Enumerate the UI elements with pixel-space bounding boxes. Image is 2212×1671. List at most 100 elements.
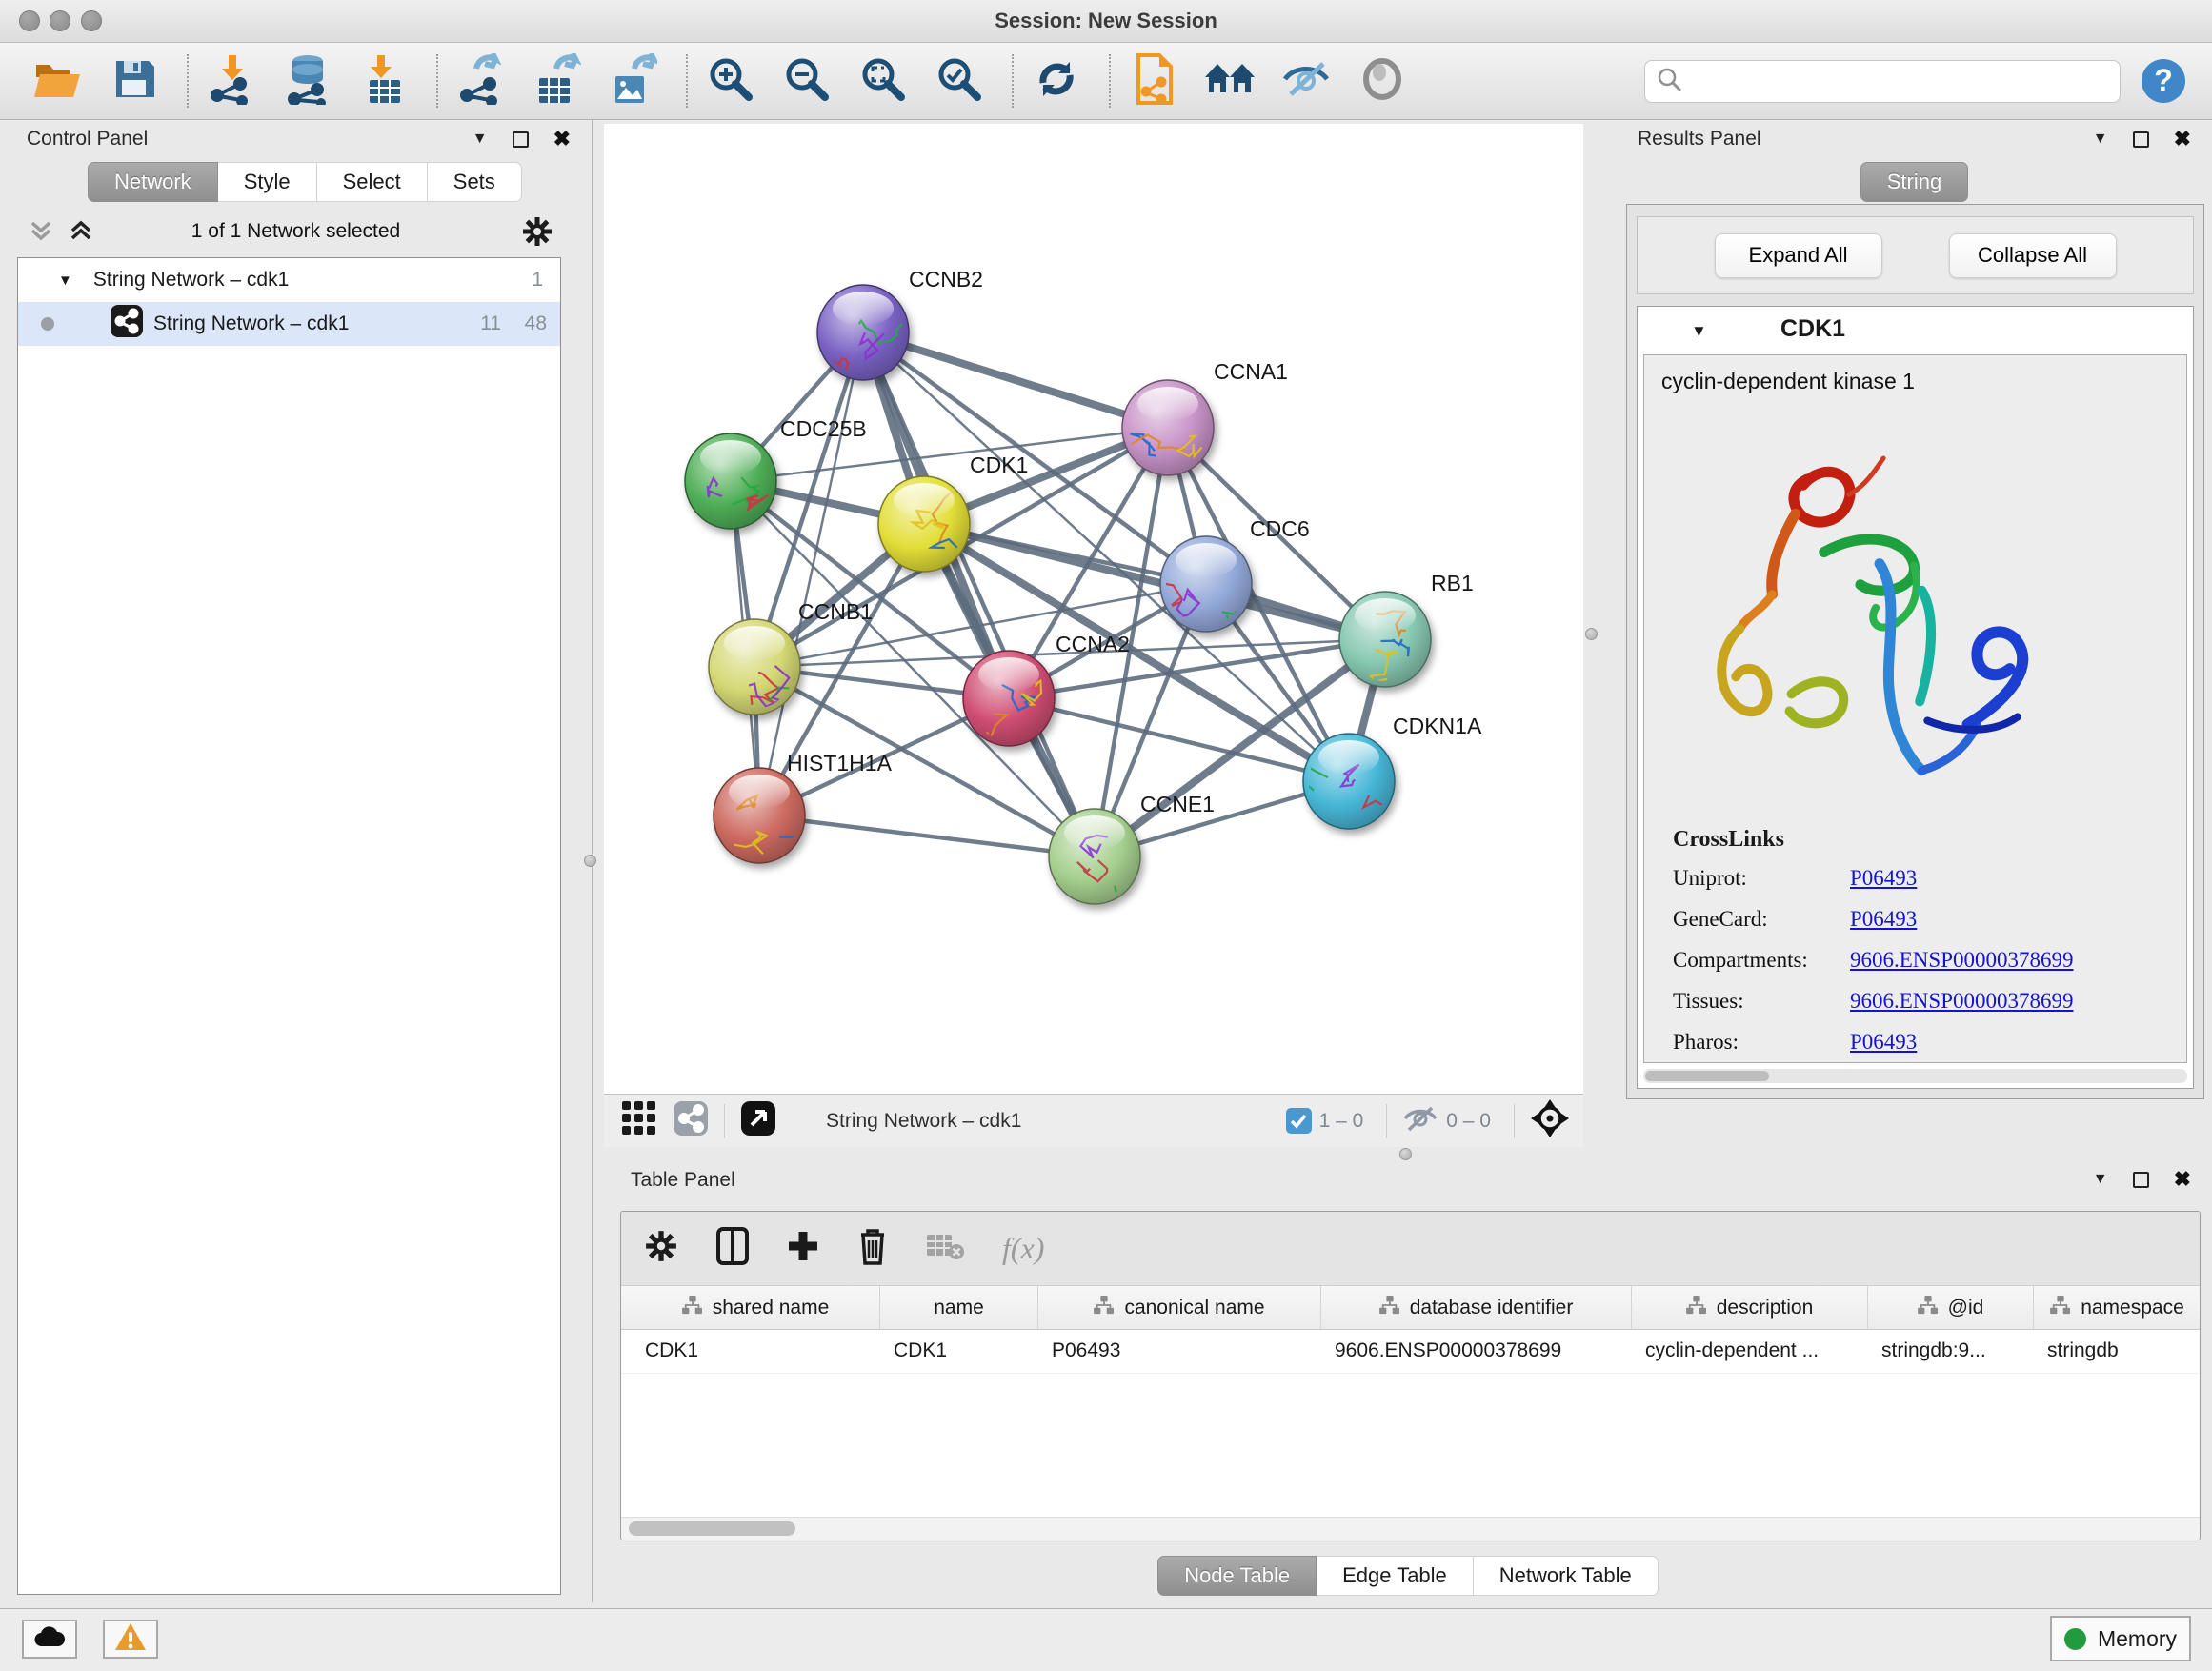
add-column-icon[interactable] <box>787 1230 819 1267</box>
entry-collapse-icon[interactable]: ▼ <box>1691 322 1707 341</box>
expand-all-button[interactable]: Expand All <box>1715 233 1882 278</box>
control-panel-float-icon[interactable] <box>513 131 529 148</box>
network-node-CCNE1[interactable] <box>1049 809 1140 928</box>
table-cell[interactable]: 9606.ENSP00000378699 <box>1321 1330 1632 1373</box>
network-node-CCNA2[interactable] <box>963 651 1055 746</box>
import-network-from-database-button[interactable] <box>282 53 333 109</box>
table-cell[interactable]: cyclin-dependent ... <box>1632 1330 1868 1373</box>
entry-horizontal-scrollbar[interactable] <box>1643 1069 2187 1083</box>
table-panel-close-icon[interactable]: ✖ <box>2174 1169 2191 1190</box>
table-cell[interactable]: CDK1 <box>880 1330 1038 1373</box>
string-network-icon <box>110 304 144 344</box>
eye-slash-icon <box>1281 58 1331 105</box>
table-row[interactable]: CDK1CDK1P064939606.ENSP00000378699cyclin… <box>621 1330 2200 1374</box>
table-cell[interactable]: stringdb:9... <box>1868 1330 2034 1373</box>
control-panel-close-icon[interactable]: ✖ <box>553 129 571 150</box>
crosslink-link[interactable]: P06493 <box>1850 907 1917 931</box>
memory-button[interactable]: Memory <box>2050 1616 2191 1661</box>
show-panel-button[interactable] <box>1357 53 1408 109</box>
zoom-in-button[interactable] <box>705 53 756 109</box>
tab-network-table[interactable]: Network Table <box>1474 1556 1659 1596</box>
export-image-button[interactable] <box>608 53 659 109</box>
delete-table-icon-disabled <box>926 1232 964 1265</box>
cloud-status-button[interactable] <box>22 1620 77 1659</box>
delete-column-icon[interactable] <box>857 1227 888 1270</box>
tab-sets[interactable]: Sets <box>428 162 522 202</box>
table-panel-collapse-icon[interactable]: ▼ <box>2093 1171 2108 1188</box>
detach-view-icon[interactable] <box>740 1100 776 1141</box>
save-session-button[interactable] <box>109 53 160 109</box>
toolbar-separator <box>187 54 189 108</box>
share-view-icon[interactable] <box>673 1100 709 1141</box>
birdseye-navigator-icon[interactable] <box>1530 1098 1570 1143</box>
network-row[interactable]: String Network – cdk1 11 48 <box>18 302 560 346</box>
network-edge-CCNB2-CCNE1[interactable] <box>863 332 1095 856</box>
import-network-button[interactable] <box>206 53 257 109</box>
crosslink-link[interactable]: 9606.ENSP00000378699 <box>1850 948 2074 972</box>
results-panel-float-icon[interactable] <box>2133 131 2149 148</box>
zoom-fit-button[interactable] <box>857 53 909 109</box>
open-session-button[interactable] <box>32 53 84 109</box>
tab-node-table[interactable]: Node Table <box>1157 1556 1317 1596</box>
show-columns-icon[interactable] <box>716 1227 749 1270</box>
help-button[interactable]: ? <box>2140 57 2187 105</box>
results-panel-collapse-icon[interactable]: ▼ <box>2093 131 2108 148</box>
tab-string[interactable]: String <box>1860 162 1968 202</box>
crosslink-link[interactable]: P06493 <box>1850 866 1917 890</box>
export-network-button[interactable] <box>455 53 507 109</box>
network-edge-CCNB2-CCNA1[interactable] <box>863 332 1168 428</box>
tree-expand-icon[interactable]: ▼ <box>58 272 72 289</box>
network-node-CDKN1A[interactable] <box>1294 734 1407 829</box>
zoom-out-button[interactable] <box>781 53 833 109</box>
hide-glasses-button[interactable] <box>1280 53 1332 109</box>
import-table-button[interactable] <box>358 53 410 109</box>
right-splitter-handle[interactable] <box>1585 628 1598 640</box>
collapse-all-button[interactable]: Collapse All <box>1949 233 2117 278</box>
network-node-CCNB2[interactable] <box>817 285 909 380</box>
results-panel-close-icon[interactable]: ✖ <box>2174 129 2191 150</box>
hidden-eye-icon[interactable] <box>1402 1104 1438 1137</box>
table-cell[interactable]: P06493 <box>1038 1330 1321 1373</box>
selected-items-checkbox[interactable] <box>1286 1108 1312 1134</box>
tab-edge-table[interactable]: Edge Table <box>1317 1556 1474 1596</box>
column-header-shared-name[interactable]: shared name <box>632 1286 880 1329</box>
toolbar-separator <box>1514 1104 1515 1138</box>
string-home-button[interactable] <box>1204 53 1256 109</box>
crosslink-link[interactable]: P06493 <box>1850 1030 1917 1054</box>
column-header-description[interactable]: description <box>1632 1286 1868 1329</box>
tab-style[interactable]: Style <box>218 162 317 202</box>
string-export-button[interactable] <box>1128 53 1179 109</box>
import-network-icon <box>208 53 255 110</box>
apply-layout-button[interactable] <box>1031 53 1082 109</box>
column-header-@id[interactable]: @id <box>1868 1286 2034 1329</box>
network-canvas[interactable]: CCNB2CCNA1CDC25BCDK1CDC6RB1CCNB1CCNA2CDK… <box>604 124 1583 1094</box>
table-cell[interactable]: stringdb <box>2034 1330 2201 1373</box>
export-table-button[interactable] <box>532 53 583 109</box>
network-node-HIST1H1A[interactable] <box>714 768 821 863</box>
zoom-selected-button[interactable] <box>934 53 985 109</box>
warning-status-button[interactable] <box>103 1620 158 1659</box>
network-edge-HIST1H1A-CCNE1[interactable] <box>759 815 1095 856</box>
bottom-splitter-handle[interactable] <box>1399 1148 1412 1160</box>
network-node-RB1[interactable] <box>1339 592 1431 687</box>
network-node-CDC25B[interactable] <box>685 433 776 529</box>
control-panel-collapse-icon[interactable]: ▼ <box>473 131 488 148</box>
search-input[interactable] <box>1691 70 2108 92</box>
network-options-gear-icon[interactable] <box>521 215 553 252</box>
tab-select[interactable]: Select <box>317 162 428 202</box>
table-settings-gear-icon[interactable] <box>644 1229 678 1268</box>
zoom-out-icon <box>783 55 831 108</box>
network-node-CCNA1[interactable] <box>1122 380 1214 475</box>
table-cell[interactable]: CDK1 <box>632 1330 880 1373</box>
column-header-database-identifier[interactable]: database identifier <box>1321 1286 1632 1329</box>
network-collection-row[interactable]: ▼ String Network – cdk1 1 <box>18 258 560 302</box>
table-panel-float-icon[interactable] <box>2133 1172 2149 1188</box>
crosslink-link[interactable]: 9606.ENSP00000378699 <box>1850 989 2074 1013</box>
grid-view-icon[interactable] <box>621 1100 657 1141</box>
column-header-canonical-name[interactable]: canonical name <box>1038 1286 1321 1329</box>
column-header-name[interactable]: name <box>880 1286 1038 1329</box>
left-splitter-handle[interactable] <box>584 855 596 867</box>
column-header-namespace[interactable]: namespace <box>2034 1286 2201 1329</box>
tab-network[interactable]: Network <box>88 162 218 202</box>
table-horizontal-scrollbar[interactable] <box>621 1517 2200 1540</box>
